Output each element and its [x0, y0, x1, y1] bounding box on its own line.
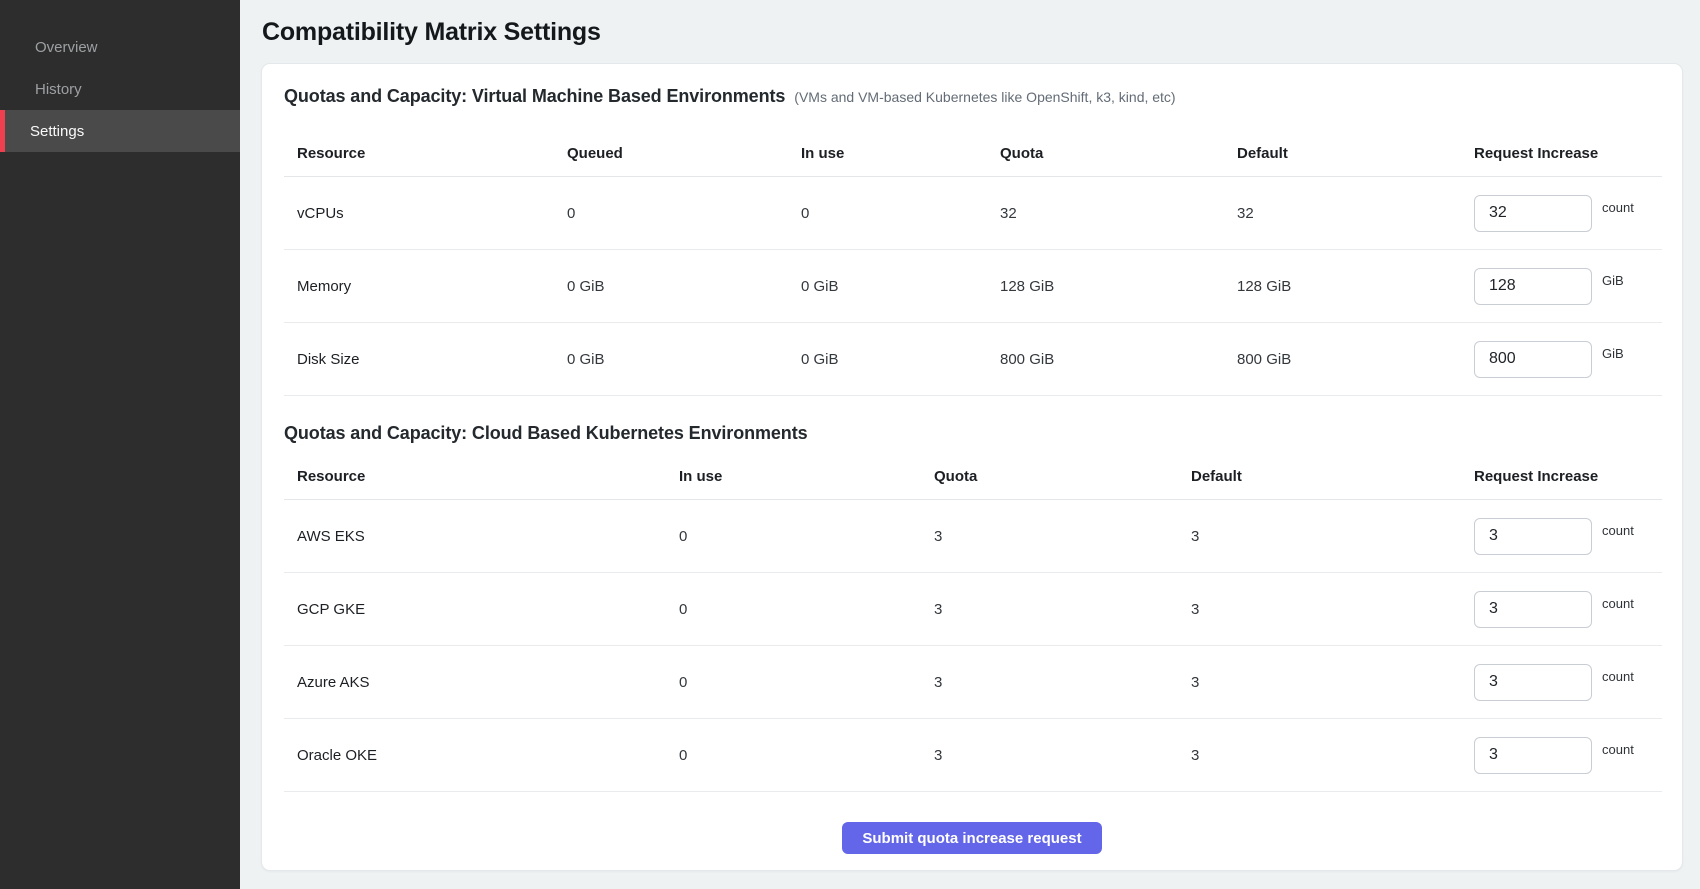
column-header-default: Default	[1191, 468, 1474, 485]
table-row-disk-size: Disk Size 0 GiB 0 GiB 800 GiB 800 GiB Gi…	[284, 323, 1662, 396]
in-use-value: 0	[679, 747, 934, 764]
unit-label: count	[1602, 200, 1634, 215]
k8s-section-heading: Quotas and Capacity: Cloud Based Kuberne…	[284, 423, 1660, 443]
unit-label: count	[1602, 596, 1634, 611]
default-value: 3	[1191, 674, 1474, 691]
resource-name: Azure AKS	[297, 674, 679, 691]
column-header-quota: Quota	[1000, 145, 1237, 162]
quota-value: 32	[1000, 205, 1237, 222]
k8s-table-header-row: Resource In use Quota Default Request In…	[284, 443, 1662, 500]
unit-label: count	[1602, 669, 1634, 684]
submit-quota-increase-button[interactable]: Submit quota increase request	[842, 822, 1101, 854]
default-value: 800 GiB	[1237, 351, 1474, 368]
table-row-memory: Memory 0 GiB 0 GiB 128 GiB 128 GiB GiB	[284, 250, 1662, 323]
gcp-gke-request-input[interactable]	[1474, 591, 1592, 628]
resource-name: vCPUs	[297, 205, 567, 222]
quota-value: 128 GiB	[1000, 278, 1237, 295]
column-header-resource: Resource	[297, 468, 679, 485]
table-row-gcp-gke: GCP GKE 0 3 3 count	[284, 573, 1662, 646]
aws-eks-request-input[interactable]	[1474, 518, 1592, 555]
column-header-queued: Queued	[567, 145, 801, 162]
column-header-default: Default	[1237, 145, 1474, 162]
column-header-request-increase: Request Increase	[1474, 145, 1662, 162]
sidebar-item-label: Settings	[30, 123, 84, 140]
resource-name: AWS EKS	[297, 528, 679, 545]
resource-name: GCP GKE	[297, 601, 679, 618]
in-use-value: 0	[801, 205, 1000, 222]
disk-size-request-input[interactable]	[1474, 341, 1592, 378]
oracle-oke-request-input[interactable]	[1474, 737, 1592, 774]
sidebar-item-history[interactable]: History	[0, 68, 240, 110]
sidebar-item-overview[interactable]: Overview	[0, 26, 240, 68]
sidebar-item-label: History	[35, 81, 82, 98]
default-value: 3	[1191, 747, 1474, 764]
column-header-in-use: In use	[801, 145, 1000, 162]
column-header-quota: Quota	[934, 468, 1191, 485]
unit-label: GiB	[1602, 273, 1624, 288]
vm-table-header-row: Resource Queued In use Quota Default Req…	[284, 106, 1662, 177]
unit-label: count	[1602, 742, 1634, 757]
column-header-in-use: In use	[679, 468, 934, 485]
main-content: Compatibility Matrix Settings Quotas and…	[240, 0, 1700, 889]
vcpus-request-input[interactable]	[1474, 195, 1592, 232]
quota-value: 800 GiB	[1000, 351, 1237, 368]
in-use-value: 0	[679, 601, 934, 618]
quota-value: 3	[934, 674, 1191, 691]
table-row-oracle-oke: Oracle OKE 0 3 3 count	[284, 719, 1662, 792]
sidebar: Overview History Settings	[0, 0, 240, 889]
table-row-azure-aks: Azure AKS 0 3 3 count	[284, 646, 1662, 719]
quota-value: 3	[934, 528, 1191, 545]
vm-quota-table: Resource Queued In use Quota Default Req…	[284, 106, 1662, 396]
default-value: 3	[1191, 528, 1474, 545]
vm-section-heading: Quotas and Capacity: Virtual Machine Bas…	[284, 86, 1660, 106]
column-header-request-increase: Request Increase	[1474, 468, 1662, 485]
resource-name: Disk Size	[297, 351, 567, 368]
table-row-aws-eks: AWS EKS 0 3 3 count	[284, 500, 1662, 573]
quota-settings-card: Quotas and Capacity: Virtual Machine Bas…	[261, 63, 1683, 871]
sidebar-item-label: Overview	[35, 39, 98, 56]
in-use-value: 0	[679, 674, 934, 691]
vm-section-title: Quotas and Capacity: Virtual Machine Bas…	[284, 86, 785, 107]
queued-value: 0 GiB	[567, 351, 801, 368]
memory-request-input[interactable]	[1474, 268, 1592, 305]
default-value: 32	[1237, 205, 1474, 222]
resource-name: Memory	[297, 278, 567, 295]
table-row-vcpus: vCPUs 0 0 32 32 count	[284, 177, 1662, 250]
k8s-section-title: Quotas and Capacity: Cloud Based Kuberne…	[284, 423, 808, 444]
queued-value: 0 GiB	[567, 278, 801, 295]
column-header-resource: Resource	[297, 145, 567, 162]
default-value: 3	[1191, 601, 1474, 618]
queued-value: 0	[567, 205, 801, 222]
sidebar-item-settings[interactable]: Settings	[0, 110, 240, 152]
default-value: 128 GiB	[1237, 278, 1474, 295]
unit-label: count	[1602, 523, 1634, 538]
azure-aks-request-input[interactable]	[1474, 664, 1592, 701]
quota-value: 3	[934, 747, 1191, 764]
page-title: Compatibility Matrix Settings	[262, 18, 1683, 47]
in-use-value: 0 GiB	[801, 351, 1000, 368]
resource-name: Oracle OKE	[297, 747, 679, 764]
vm-section-subtitle: (VMs and VM-based Kubernetes like OpenSh…	[794, 89, 1175, 105]
in-use-value: 0 GiB	[801, 278, 1000, 295]
quota-value: 3	[934, 601, 1191, 618]
unit-label: GiB	[1602, 346, 1624, 361]
card-footer: Submit quota increase request	[284, 822, 1660, 854]
k8s-quota-table: Resource In use Quota Default Request In…	[284, 443, 1662, 792]
in-use-value: 0	[679, 528, 934, 545]
